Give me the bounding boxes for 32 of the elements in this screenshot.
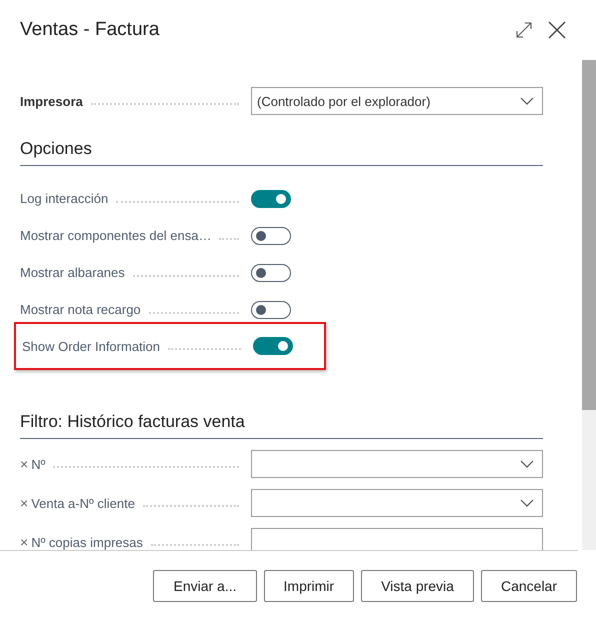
option-label: Log interacción <box>20 191 108 206</box>
section-heading: Filtro: Histórico facturas venta <box>20 412 543 439</box>
filter-label: Nº copias impresas <box>31 534 143 550</box>
chevron-down-icon[interactable] <box>520 499 534 507</box>
toggle-switch[interactable] <box>251 300 291 318</box>
toggle-switch[interactable] <box>251 190 291 208</box>
filter-label: Venta a-Nº cliente <box>31 496 135 510</box>
printer-dropdown[interactable]: (Controlado por el explorador) <box>251 87 543 115</box>
option-label: Mostrar albaranes <box>20 265 125 280</box>
close-icon[interactable] <box>548 21 566 39</box>
option-label: Mostrar componentes del ensa… <box>20 228 212 243</box>
scrollbar[interactable] <box>582 60 596 550</box>
toggle-switch[interactable] <box>251 226 291 244</box>
dialog-button[interactable]: Imprimir <box>264 570 354 602</box>
expand-icon[interactable] <box>516 22 532 38</box>
chevron-down-icon[interactable] <box>520 97 534 105</box>
dialog-button[interactable]: Vista previa <box>361 570 474 602</box>
remove-filter-icon[interactable]: × <box>20 456 28 472</box>
remove-filter-icon[interactable]: × <box>20 495 28 511</box>
filter-input[interactable] <box>251 528 543 550</box>
toggle-switch[interactable] <box>251 264 291 282</box>
toggle-switch[interactable] <box>253 337 293 355</box>
option-label: Show Order Information <box>22 338 160 354</box>
field-label: Impresora <box>20 94 83 108</box>
option-label: Mostrar nota recargo <box>20 302 141 317</box>
remove-filter-icon[interactable]: × <box>20 534 28 550</box>
filter-label: Nº <box>31 456 46 472</box>
dialog-button[interactable]: Cancelar <box>480 570 577 602</box>
section-heading: Opciones <box>20 139 543 166</box>
dialog-button[interactable]: Enviar a... <box>153 570 257 602</box>
window-title: Ventas - Factura <box>20 19 160 41</box>
chevron-down-icon[interactable] <box>520 460 534 468</box>
